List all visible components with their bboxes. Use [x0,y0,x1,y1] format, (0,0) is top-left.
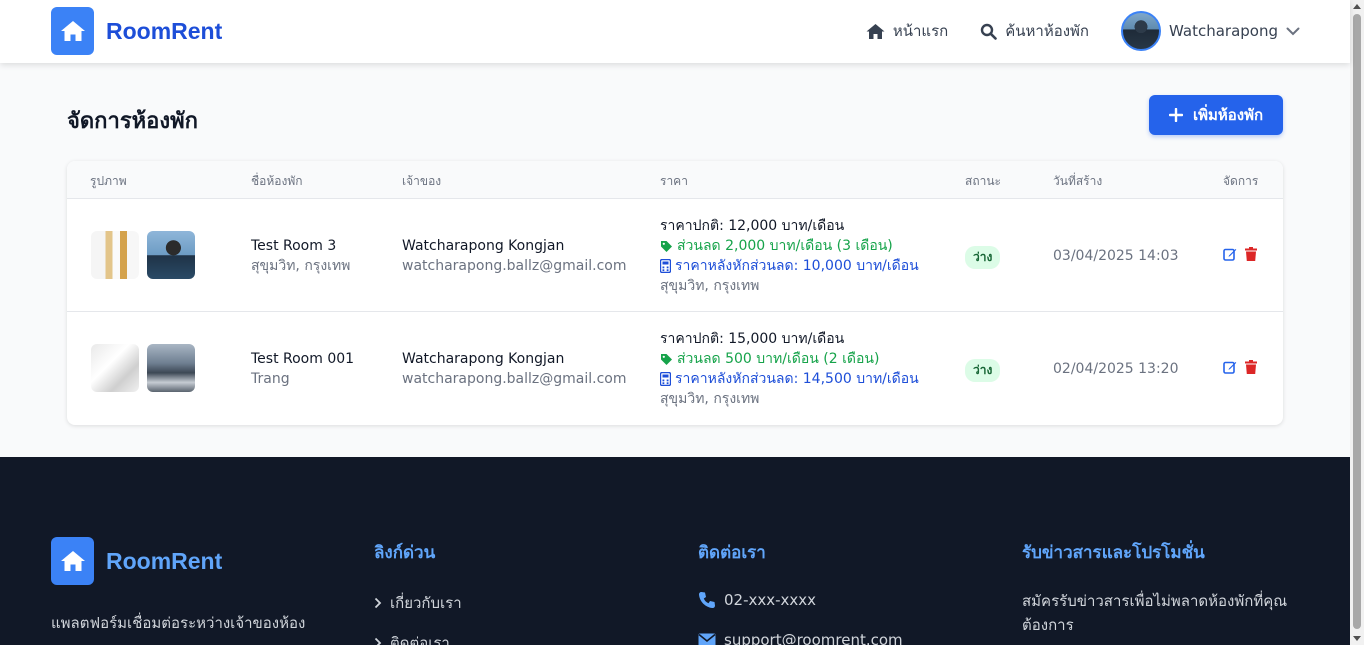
home-icon [51,537,94,585]
price-after-discount: ราคาหลังหักส่วนลด: 10,000 บาท/เดือน [675,258,919,274]
nav-link-home[interactable]: หน้าแรก [866,19,948,43]
table-row: Test Room 001 Trang Watcharapong Kongjan… [67,312,1283,425]
footer-description: แพลตฟอร์มเชื่อมต่อระหว่างเจ้าของห้อง [51,614,306,632]
footer-brand: RoomRent [51,537,222,585]
created-date: 02/04/2025 13:20 [1053,361,1179,377]
add-room-button-label: เพิ่มห้องพัก [1192,106,1264,124]
footer-brand-name: RoomRent [106,547,223,574]
header-created: วันที่สร้าง [1053,174,1103,188]
add-room-button[interactable]: เพิ่มห้องพัก [1149,95,1283,135]
scroll-up-arrow-icon[interactable] [1353,4,1361,9]
price-after-discount: ราคาหลังหักส่วนลด: 14,500 บาท/เดือน [675,371,919,387]
plus-icon [1168,108,1183,122]
header-status: สถานะ [965,174,1001,188]
home-icon [51,7,94,55]
chevron-right-icon [374,597,382,609]
footer-phone-text: 02-xxx-xxxx [724,591,817,609]
room-name: Test Room 001 [251,351,355,367]
calculator-icon [660,372,671,386]
room-name: Test Room 3 [251,238,337,254]
status-badge: ว่าง [965,359,1001,382]
edit-icon [1223,248,1237,261]
scrollbar-thumb[interactable] [1353,14,1361,629]
nav-link-home-label: หน้าแรก [892,22,949,40]
footer-contact-title: ติดต่อเรา [698,543,766,563]
owner-email: watcharapong.ballz@gmail.com [402,371,627,387]
avatar [1121,11,1162,51]
footer-link-about[interactable]: เกี่ยวกับเรา [374,591,462,615]
footer-quick-links-title: ลิงก์ด่วน [374,543,436,563]
table-header: รูปภาพ ชื่อห้องพัก เจ้าของ ราคา สถานะ วั… [67,161,1283,199]
calculator-icon [660,259,671,273]
chevron-down-icon [1286,27,1300,35]
envelope-icon [698,633,716,645]
room-thumbnail[interactable] [91,231,139,279]
brand-logo-link[interactable]: RoomRent [51,7,222,55]
main-content: จัดการห้องพัก เพิ่มห้องพัก รูปภาพ ชื่อห้… [0,63,1350,457]
header-actions: จัดการ [1223,174,1259,188]
footer-newsletter-title: รับข่าวสารและโปรโมชั่น [1022,543,1205,563]
page-title: จัดการห้องพัก [67,109,198,134]
edit-button[interactable] [1223,360,1237,374]
tag-icon [661,353,672,365]
price-discount: ส่วนลด 500 บาท/เดือน (2 เดือน) [677,351,880,367]
room-thumbnail[interactable] [91,344,139,392]
user-name: Watcharapong [1169,22,1278,40]
phone-icon [699,592,715,608]
home-icon [866,23,885,39]
table-row: Test Room 3 สุขุมวิท, กรุงเทพ Watcharapo… [67,199,1283,312]
room-thumbnail[interactable] [147,344,195,392]
footer-link-about-label: เกี่ยวกับเรา [390,594,462,612]
price-normal: ราคาปกติ: 15,000 บาท/เดือน [660,331,845,347]
price-discount: ส่วนลด 2,000 บาท/เดือน (3 เดือน) [677,238,893,254]
delete-button[interactable] [1245,360,1257,374]
header-image: รูปภาพ [90,174,127,188]
footer-email: support@roomrent.com [698,631,903,645]
rooms-table: รูปภาพ ชื่อห้องพัก เจ้าของ ราคา สถานะ วั… [67,161,1283,425]
header-room-name: ชื่อห้องพัก [251,174,303,188]
scroll-down-arrow-icon[interactable] [1353,636,1361,641]
room-location: Trang [251,371,290,387]
edit-button[interactable] [1223,247,1237,261]
price-normal: ราคาปกติ: 12,000 บาท/เดือน [660,218,845,234]
footer-link-contact[interactable]: ติดต่อเรา [374,631,450,645]
status-badge: ว่าง [965,246,1001,269]
owner-name: Watcharapong Kongjan [402,238,565,254]
tag-icon [661,240,672,252]
trash-icon [1245,247,1257,261]
footer: RoomRent แพลตฟอร์มเชื่อมต่อระหว่างเจ้าขอ… [0,457,1350,645]
footer-newsletter-text: สมัครรับข่าวสารเพื่อไม่พลาดห้องพักที่คุณ… [1022,592,1288,634]
footer-email-text: support@roomrent.com [724,631,903,645]
page-scrollbar[interactable] [1350,0,1364,645]
price-location: สุขุมวิท, กรุงเทพ [660,391,760,407]
created-date: 03/04/2025 14:03 [1053,248,1179,264]
footer-phone: 02-xxx-xxxx [698,591,816,609]
owner-name: Watcharapong Kongjan [402,351,565,367]
user-menu[interactable]: Watcharapong [1121,11,1300,51]
top-navbar: RoomRent หน้าแรก ค้นหาห้องพัก Watcharapo… [0,0,1350,63]
edit-icon [1223,361,1237,374]
header-price: ราคา [660,174,688,188]
nav-link-search-label: ค้นหาห้องพัก [1005,22,1090,40]
price-location: สุขุมวิท, กรุงเทพ [660,278,760,294]
delete-button[interactable] [1245,247,1257,261]
room-location: สุขุมวิท, กรุงเทพ [251,258,351,274]
search-icon [981,23,998,40]
brand-name: RoomRent [106,17,223,44]
nav-link-search[interactable]: ค้นหาห้องพัก [980,19,1089,43]
chevron-right-icon [374,637,382,645]
room-thumbnail[interactable] [147,231,195,279]
header-owner: เจ้าของ [402,174,442,188]
nav-links: หน้าแรก ค้นหาห้องพัก Watcharapong [834,10,1300,52]
owner-email: watcharapong.ballz@gmail.com [402,258,627,274]
trash-icon [1245,360,1257,374]
footer-link-contact-label: ติดต่อเรา [390,634,450,645]
